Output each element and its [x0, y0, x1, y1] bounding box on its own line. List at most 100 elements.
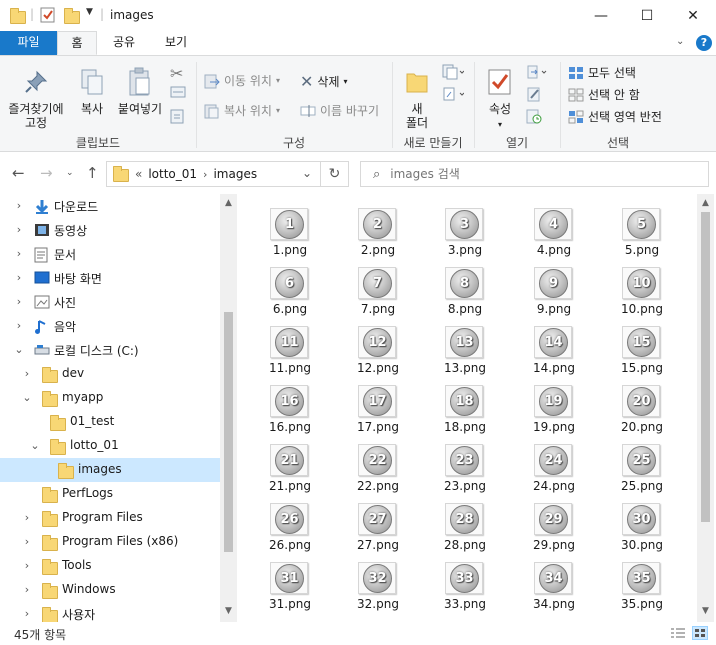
expand-chevron-icon[interactable]: › [22, 367, 32, 380]
file-item[interactable]: 19 19.png [518, 377, 590, 435]
tree-item[interactable]: › 다운로드 [0, 194, 220, 218]
tree-item[interactable]: › 사진 [0, 290, 220, 314]
collapse-chevron-icon[interactable]: ⌄ [14, 343, 24, 356]
paste-shortcut-icon[interactable] [170, 108, 184, 124]
file-item[interactable]: 17 17.png [342, 377, 414, 435]
tree-item[interactable]: › Program Files (x86) [0, 530, 220, 554]
address-overflow[interactable]: « [135, 167, 142, 181]
close-button[interactable]: ✕ [670, 0, 716, 31]
file-item[interactable]: 5 5.png [606, 200, 678, 258]
tree-item[interactable]: › 바탕 화면 [0, 266, 220, 290]
edit-icon[interactable] [526, 86, 542, 102]
file-list-scrollbar[interactable]: ▲ ▼ [697, 194, 714, 622]
file-item[interactable]: 16 16.png [254, 377, 326, 435]
details-view-icon[interactable] [670, 626, 686, 640]
file-item[interactable]: 12 12.png [342, 318, 414, 376]
properties-button[interactable]: 속성 ▾ [480, 66, 520, 132]
expand-chevron-icon[interactable]: › [22, 583, 32, 596]
scroll-down-arrow-icon[interactable]: ▼ [697, 606, 714, 616]
select-none-button[interactable]: 선택 안 함 [568, 86, 640, 103]
select-all-button[interactable]: 모두 선택 [568, 64, 636, 81]
tree-item[interactable]: › Tools [0, 554, 220, 578]
expand-chevron-icon[interactable]: › [14, 223, 24, 236]
open-icon[interactable] [526, 64, 548, 80]
scroll-down-arrow-icon[interactable]: ▼ [220, 606, 237, 616]
expand-chevron-icon[interactable]: › [14, 247, 24, 260]
forward-arrow-icon[interactable]: → [40, 164, 53, 182]
move-to-button[interactable]: 이동 위치 ▾ [204, 72, 280, 89]
tree-item[interactable]: ⌄ myapp [0, 386, 220, 410]
file-item[interactable]: 32 32.png [342, 554, 414, 612]
file-item[interactable]: 3 3.png [429, 200, 501, 258]
file-item[interactable]: 7 7.png [342, 259, 414, 317]
customize-toolbar-chevron-icon[interactable]: ▼ [86, 7, 93, 17]
breadcrumb-images[interactable]: images [213, 167, 257, 181]
collapse-chevron-icon[interactable]: ⌄ [30, 439, 40, 452]
tree-item[interactable]: ⌄ 로컬 디스크 (C:) [0, 338, 220, 362]
expand-chevron-icon[interactable]: › [14, 319, 24, 332]
tree-item[interactable]: ⌄ lotto_01 [0, 434, 220, 458]
file-item[interactable]: 6 6.png [254, 259, 326, 317]
copy-to-button[interactable]: 복사 위치 ▾ [204, 102, 280, 119]
tree-item[interactable]: › 동영상 [0, 218, 220, 242]
up-arrow-icon[interactable]: ↑ [86, 164, 99, 182]
collapse-ribbon-icon[interactable]: ⌄ [676, 36, 684, 47]
pin-quick-access-button[interactable]: 즐겨찾기에 고정 [4, 66, 68, 130]
file-item[interactable]: 26 26.png [254, 495, 326, 553]
minimize-button[interactable]: — [578, 0, 624, 31]
copy-path-icon[interactable] [170, 86, 186, 98]
scroll-up-arrow-icon[interactable]: ▲ [697, 198, 714, 208]
file-item[interactable]: 34 34.png [518, 554, 590, 612]
tab-view[interactable]: 보기 [153, 31, 199, 55]
address-bar[interactable]: « lotto_01 › images ⌄ [106, 161, 321, 187]
file-item[interactable]: 13 13.png [429, 318, 501, 376]
tree-item[interactable]: PerfLogs [0, 482, 220, 506]
tree-item[interactable]: 01_test [0, 410, 220, 434]
search-input[interactable] [390, 167, 671, 181]
tree-item[interactable]: › Program Files [0, 506, 220, 530]
nav-pane-scroll-thumb[interactable] [224, 312, 233, 552]
expand-chevron-icon[interactable]: › [22, 535, 32, 548]
file-item[interactable]: 8 8.png [429, 259, 501, 317]
file-item[interactable]: 18 18.png [429, 377, 501, 435]
file-item[interactable]: 4 4.png [518, 200, 590, 258]
expand-chevron-icon[interactable]: › [22, 559, 32, 572]
history-icon[interactable] [526, 108, 542, 124]
expand-chevron-icon[interactable]: › [14, 295, 24, 308]
tree-item[interactable]: › 문서 [0, 242, 220, 266]
paste-button[interactable]: 붙여넣기 [114, 66, 166, 116]
tree-item[interactable]: › Windows [0, 578, 220, 602]
file-item[interactable]: 9 9.png [518, 259, 590, 317]
maximize-button[interactable]: ☐ [624, 0, 670, 31]
new-folder-button[interactable]: 새 폴더 [396, 66, 438, 130]
scroll-up-arrow-icon[interactable]: ▲ [220, 198, 237, 208]
file-item[interactable]: 25 25.png [606, 436, 678, 494]
file-item[interactable]: 20 20.png [606, 377, 678, 435]
file-item[interactable]: 23 23.png [429, 436, 501, 494]
invert-selection-button[interactable]: 선택 영역 반전 [568, 108, 662, 125]
expand-chevron-icon[interactable]: › [22, 607, 32, 620]
address-dropdown-icon[interactable]: ⌄ [302, 166, 312, 180]
tree-item[interactable]: › dev [0, 362, 220, 386]
recent-locations-chevron-icon[interactable]: ⌄ [66, 168, 74, 178]
breadcrumb-lotto-01[interactable]: lotto_01 [148, 167, 197, 181]
tab-file[interactable]: 파일 [0, 31, 57, 55]
copy-button[interactable]: 복사 [72, 66, 112, 116]
file-item[interactable]: 1 1.png [254, 200, 326, 258]
new-item-icon[interactable] [442, 64, 464, 80]
expand-chevron-icon[interactable]: › [14, 271, 24, 284]
file-item[interactable]: 30 30.png [606, 495, 678, 553]
file-item[interactable]: 14 14.png [518, 318, 590, 376]
large-icons-view-icon[interactable] [692, 626, 708, 640]
file-item[interactable]: 27 27.png [342, 495, 414, 553]
file-item[interactable]: 24 24.png [518, 436, 590, 494]
file-item[interactable]: 33 33.png [429, 554, 501, 612]
new-folder-icon[interactable] [64, 8, 80, 24]
back-arrow-icon[interactable]: ← [12, 164, 25, 182]
collapse-chevron-icon[interactable]: ⌄ [22, 391, 32, 404]
file-item[interactable]: 22 22.png [342, 436, 414, 494]
file-item[interactable]: 15 15.png [606, 318, 678, 376]
nav-pane-scrollbar[interactable]: ▲ ▼ [220, 194, 237, 622]
tab-home[interactable]: 홈 [57, 31, 97, 55]
file-item[interactable]: 10 10.png [606, 259, 678, 317]
